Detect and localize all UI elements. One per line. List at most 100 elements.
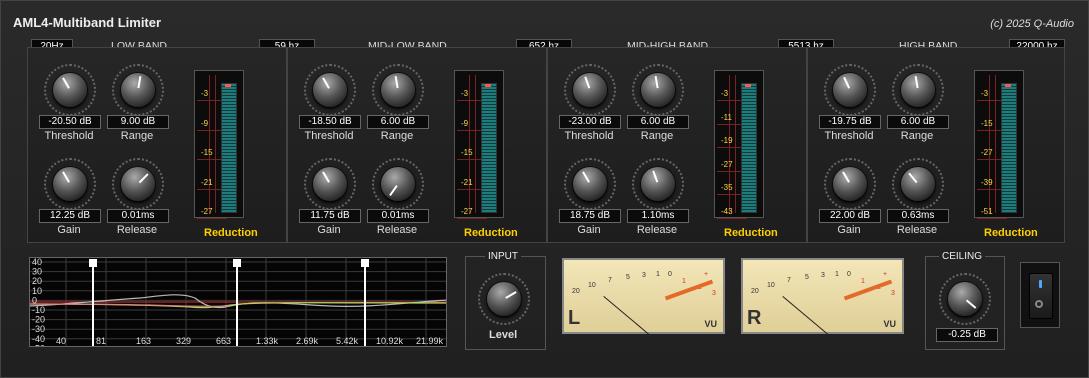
graph-y-tick-label: -40 bbox=[32, 334, 45, 344]
band-high-reduction-bar bbox=[1001, 83, 1017, 213]
band-mid-low-range-knob[interactable] bbox=[381, 73, 415, 107]
meter-scale-label: -3 bbox=[721, 89, 729, 98]
band-high-gain-value[interactable]: 22.00 dB bbox=[819, 209, 881, 223]
band-mid-low-release-knob[interactable] bbox=[381, 167, 415, 201]
band-mid-high-range-knob[interactable] bbox=[641, 73, 675, 107]
release-label: Release bbox=[896, 224, 938, 236]
meter-grid-line bbox=[469, 75, 470, 213]
meter-scale-label: -21 bbox=[461, 177, 473, 187]
vu-meter-left: 20 10 7 5 3 1 0 + 1 2 3 L VU bbox=[562, 258, 725, 336]
vu-needle bbox=[782, 296, 829, 336]
meter-grid-line bbox=[209, 75, 210, 213]
band-mid-low-reduction-bar bbox=[481, 83, 497, 213]
band-mid-low-range-value[interactable]: 6.00 dB bbox=[367, 115, 429, 129]
meter-scale-label: -3 bbox=[981, 89, 989, 98]
band-mid-low-gain-value[interactable]: 11.75 dB bbox=[299, 209, 361, 223]
band-mid-high-threshold-knob[interactable] bbox=[573, 73, 607, 107]
meter-peak-led bbox=[1005, 84, 1011, 87]
band-mid-high-gain-value[interactable]: 18.75 dB bbox=[559, 209, 621, 223]
release-label: Release bbox=[116, 224, 158, 236]
vu-scale-label: 0 bbox=[668, 271, 672, 278]
band-high-release-value[interactable]: 0.63ms bbox=[887, 209, 949, 223]
vu-scale-label: 10 bbox=[588, 282, 596, 289]
graph-y-tick-label: -50 bbox=[32, 343, 45, 347]
ceiling-knob[interactable] bbox=[948, 282, 982, 316]
vu-scale-label: 20 bbox=[572, 288, 580, 295]
meter-scale-label: -39 bbox=[981, 177, 993, 187]
meter-scale-label: -19 bbox=[721, 136, 733, 146]
band-low-range-knob[interactable] bbox=[121, 73, 155, 107]
graph-y-tick-label: 10 bbox=[32, 286, 42, 296]
band-high-range-value[interactable]: 6.00 dB bbox=[887, 115, 949, 129]
band-low-reduction-bar bbox=[221, 83, 237, 213]
gain-label: Gain bbox=[577, 224, 601, 236]
vu-scale-label-red: 3 bbox=[891, 290, 895, 297]
copyright-text: (c) 2025 Q-Audio bbox=[990, 18, 1074, 30]
meter-scale-label: -15 bbox=[461, 148, 473, 157]
band-high-release-knob[interactable] bbox=[901, 167, 935, 201]
band-high-threshold-knob[interactable] bbox=[833, 73, 867, 107]
meter-scale-label: -3 bbox=[201, 89, 209, 98]
meter-scale-label: -21 bbox=[201, 177, 213, 187]
meter-scale-label: -51 bbox=[981, 207, 993, 216]
vu-scale-label-red: + bbox=[883, 271, 888, 278]
band-mid-high-threshold-value[interactable]: -23.00 dB bbox=[559, 115, 621, 129]
graph-x-tick-label: 5.42k bbox=[336, 336, 359, 346]
band-low-threshold-value[interactable]: -20.50 dB bbox=[39, 115, 101, 129]
meter-grid-line bbox=[717, 218, 747, 219]
band-mid-high-range-value[interactable]: 6.00 dB bbox=[627, 115, 689, 129]
input-level-knob[interactable] bbox=[487, 282, 521, 316]
band-mid-low-threshold-knob[interactable] bbox=[313, 73, 347, 107]
band-mid-high-release-value[interactable]: 1.10ms bbox=[627, 209, 689, 223]
power-switch[interactable] bbox=[1020, 262, 1060, 328]
graph-x-tick-label: 663 bbox=[216, 336, 231, 346]
vu-scale-label: 3 bbox=[821, 272, 825, 279]
band-low-gain-value[interactable]: 12.25 dB bbox=[39, 209, 101, 223]
crossover-handle-2[interactable] bbox=[233, 259, 241, 267]
band-low-release-knob[interactable] bbox=[121, 167, 155, 201]
band-mid-high-reduction-bar bbox=[741, 83, 757, 213]
crossover-handle-3[interactable] bbox=[361, 259, 369, 267]
band-low-release-value[interactable]: 0.01ms bbox=[107, 209, 169, 223]
band-mid-high-reduction-label: Reduction bbox=[724, 227, 778, 239]
vu-channel-label: L bbox=[568, 307, 581, 329]
meter-scale-label: -27 bbox=[981, 148, 993, 157]
graph-y-tick-label: -20 bbox=[32, 315, 45, 325]
meter-scale-label: -9 bbox=[201, 118, 209, 128]
band-low-threshold-knob[interactable] bbox=[53, 73, 87, 107]
meter-grid-line bbox=[457, 218, 487, 219]
vu-scale-label-red: + bbox=[704, 271, 709, 278]
meter-peak-led bbox=[745, 84, 751, 87]
band-mid-low-threshold-value[interactable]: -18.50 dB bbox=[299, 115, 361, 129]
band-mid-low-release-value[interactable]: 0.01ms bbox=[367, 209, 429, 223]
release-label: Release bbox=[636, 224, 678, 236]
graph-x-tick-label: 21.99k bbox=[416, 336, 444, 346]
band-high-threshold-value[interactable]: -19.75 dB bbox=[819, 115, 881, 129]
vu-scale-label: 7 bbox=[608, 277, 612, 284]
threshold-label: Threshold bbox=[44, 130, 94, 142]
band-mid-high-gain-knob[interactable] bbox=[573, 167, 607, 201]
meter-scale-label: -11 bbox=[721, 112, 732, 122]
graph-x-tick-label: 329 bbox=[176, 336, 191, 346]
band-low-range-value[interactable]: 9.00 dB bbox=[107, 115, 169, 129]
graph-y-tick-label: 30 bbox=[32, 267, 42, 277]
gain-label: Gain bbox=[57, 224, 81, 236]
vu-scale-label: 0 bbox=[847, 271, 851, 278]
input-group-label: INPUT bbox=[485, 251, 521, 262]
vu-scale-label-red: 1 bbox=[861, 278, 865, 285]
band-mid-high-release-knob[interactable] bbox=[641, 167, 675, 201]
graph-x-tick-label: 40 bbox=[56, 336, 66, 346]
input-level-label: Level bbox=[489, 329, 518, 341]
graph-x-tick-label: 81 bbox=[96, 336, 106, 346]
crossover-handle-1[interactable] bbox=[89, 259, 97, 267]
crossover-graph[interactable]: 403020100-10-20-30-40-50 40811633296631.… bbox=[29, 257, 447, 347]
band-mid-low-gain-knob[interactable] bbox=[313, 167, 347, 201]
graph-y-tick-label: 0 bbox=[32, 295, 37, 305]
band-low-gain-knob[interactable] bbox=[53, 167, 87, 201]
gain-label: Gain bbox=[317, 224, 341, 236]
vu-unit-label: VU bbox=[704, 319, 717, 329]
ceiling-value[interactable]: -0.25 dB bbox=[936, 328, 998, 342]
band-high-range-knob[interactable] bbox=[901, 73, 935, 107]
band-high-gain-knob[interactable] bbox=[833, 167, 867, 201]
vu-unit-label: VU bbox=[883, 319, 896, 329]
